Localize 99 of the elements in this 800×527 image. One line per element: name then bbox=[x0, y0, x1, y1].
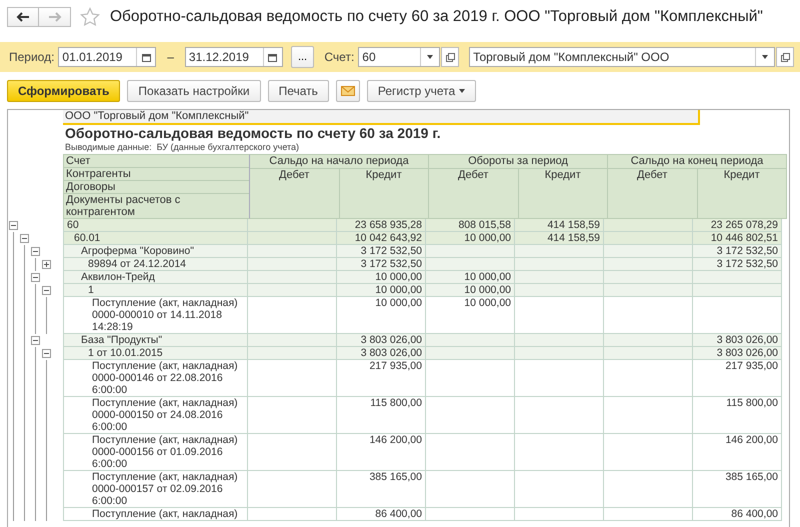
amount-cell: 10 000,00 bbox=[337, 284, 426, 297]
collapse-icon[interactable] bbox=[30, 334, 41, 346]
amount-cell: 23 265 078,29 bbox=[693, 219, 782, 232]
amount-cell: 3 172 532,50 bbox=[693, 245, 782, 258]
date-from-field[interactable]: 01.01.2019 bbox=[58, 47, 156, 67]
column-header: Дебет bbox=[457, 169, 490, 183]
collapse-icon[interactable] bbox=[8, 219, 19, 231]
left-arrow-icon bbox=[16, 12, 30, 22]
calendar-icon bbox=[268, 52, 278, 62]
column-header: Кредит bbox=[696, 169, 786, 218]
column-group-header: Сальдо на конец периода bbox=[608, 155, 786, 169]
report-title: Оборотно-сальдовая ведомость по счету 60 за 2019 г. bbox=[64, 125, 442, 141]
amount-cell: 3 172 532,50 bbox=[693, 258, 782, 271]
column-header: Договоры bbox=[64, 181, 249, 194]
company-cell[interactable]: ООО "Торговый дом "Комплексный" bbox=[63, 110, 700, 125]
amount-cell: 146 200,00 bbox=[693, 434, 782, 471]
dropdown-icon bbox=[427, 55, 434, 59]
output-label: Выводимые данные: bbox=[65, 142, 152, 152]
account-cell: Поступление (акт, накладная) bbox=[63, 508, 248, 521]
account-cell: Поступление (акт, накладная) 0000-000156 от 01.09.2016 6:00:00 bbox=[63, 434, 248, 471]
dropdown-icon bbox=[762, 55, 768, 59]
column-header: Кредит bbox=[338, 169, 428, 218]
amount-cell: 146 200,00 bbox=[337, 434, 426, 471]
collapse-icon[interactable] bbox=[30, 271, 41, 283]
account-cell: Поступление (акт, накладная) 0000-000157 от 02.09.2016 6:00:00 bbox=[63, 471, 248, 508]
amount-cell: 10 042 643,92 bbox=[337, 232, 426, 245]
period-picker-button[interactable]: ... bbox=[290, 46, 314, 68]
amount-cell: 3 803 026,00 bbox=[337, 334, 426, 347]
generate-button[interactable]: Сформировать bbox=[7, 80, 120, 102]
amount-cell: 10 000,00 bbox=[426, 271, 515, 284]
column-header: Контрагенты bbox=[64, 168, 249, 181]
collapse-icon[interactable] bbox=[41, 347, 52, 359]
expand-icon[interactable] bbox=[41, 258, 52, 270]
amount-cell: 115 800,00 bbox=[693, 397, 782, 434]
calendar-icon bbox=[142, 52, 151, 62]
date-to-field[interactable]: 31.12.2019 bbox=[184, 47, 283, 67]
account-cell: 60.01 bbox=[63, 232, 248, 245]
range-dash: – bbox=[167, 50, 174, 64]
envelope-icon bbox=[340, 86, 355, 96]
amount-cell: 86 400,00 bbox=[337, 508, 426, 521]
amount-cell: 385 165,00 bbox=[337, 471, 426, 508]
amount-cell: 10 000,00 bbox=[426, 297, 515, 334]
account-field[interactable]: 60 bbox=[358, 47, 440, 67]
collapse-icon[interactable] bbox=[19, 232, 30, 244]
column-header: Документы расчетов с контрагентом bbox=[65, 194, 182, 218]
caret-icon bbox=[459, 89, 466, 93]
amount-cell: 3 172 532,50 bbox=[337, 245, 426, 258]
windows-icon bbox=[446, 52, 455, 62]
email-button[interactable] bbox=[336, 80, 360, 102]
amount-cell: 217 935,00 bbox=[693, 360, 782, 397]
account-cell: 89894 от 24.12.2014 bbox=[63, 258, 248, 271]
column-header: Кредит bbox=[518, 169, 607, 218]
account-label: Счет: bbox=[324, 50, 354, 64]
account-cell: База "Продукты" bbox=[63, 334, 248, 347]
column-group-header: Сальдо на начало периода bbox=[250, 155, 428, 169]
amount-cell: 10 000,00 bbox=[426, 232, 515, 245]
right-arrow-icon bbox=[48, 12, 62, 22]
amount-cell: 808 015,58 bbox=[426, 219, 515, 232]
window-title: Оборотно-сальдовая ведомость по счету 60 за 2019 г. ООО "Торговый дом "Комплексный" bbox=[110, 8, 763, 26]
account-cell: 1 bbox=[63, 284, 248, 297]
amount-cell: 86 400,00 bbox=[693, 508, 782, 521]
account-cell: 60 bbox=[63, 219, 248, 232]
output-value: БУ (данные бухгалтерского учета) bbox=[156, 142, 300, 152]
toolbar-button[interactable]: Показать настройки bbox=[127, 80, 261, 102]
account-cell: Поступление (акт, накладная) 0000-000010 от 14.11.2018 14:28:19 bbox=[63, 297, 248, 334]
column-header: Счет bbox=[64, 155, 249, 168]
star-icon[interactable] bbox=[80, 7, 100, 27]
account-cell: 1 от 10.01.2015 bbox=[63, 347, 248, 360]
counterparty-field[interactable]: Торговый дом "Комплексный" ООО bbox=[469, 47, 776, 67]
windows-icon bbox=[780, 52, 790, 62]
account-cell: Аквилон-Трейд bbox=[63, 271, 248, 284]
account-cell: Агроферма "Коровино" bbox=[63, 245, 248, 258]
amount-cell: 10 000,00 bbox=[337, 297, 426, 334]
back-button[interactable] bbox=[7, 7, 39, 27]
amount-cell: 115 800,00 bbox=[337, 397, 426, 434]
period-label: Период: bbox=[9, 50, 54, 64]
account-cell: Поступление (акт, накладная) 0000-000146 от 22.08.2016 6:00:00 bbox=[63, 360, 248, 397]
toolbar-button[interactable]: Печать bbox=[268, 80, 329, 102]
open-button[interactable] bbox=[776, 47, 794, 67]
open-button[interactable] bbox=[441, 47, 460, 67]
column-header: Дебет bbox=[636, 169, 668, 183]
amount-cell: 3 803 026,00 bbox=[693, 334, 782, 347]
amount-cell: 385 165,00 bbox=[693, 471, 782, 508]
amount-cell: 414 158,59 bbox=[515, 219, 604, 232]
column-header: Дебет bbox=[278, 169, 310, 183]
amount-cell: 3 803 026,00 bbox=[337, 347, 426, 360]
register-menu-button[interactable]: Регистр учета bbox=[366, 80, 476, 102]
amount-cell: 414 158,59 bbox=[515, 232, 604, 245]
column-group-header: Обороты за период bbox=[429, 155, 607, 169]
collapse-icon[interactable] bbox=[30, 245, 41, 257]
amount-cell: 3 803 026,00 bbox=[693, 347, 782, 360]
account-cell: Поступление (акт, накладная) 0000-000150 от 24.08.2016 6:00:00 bbox=[63, 397, 248, 434]
amount-cell: 10 000,00 bbox=[337, 271, 426, 284]
amount-cell: 3 172 532,50 bbox=[337, 258, 426, 271]
amount-cell: 10 446 802,51 bbox=[693, 232, 782, 245]
amount-cell: 23 658 935,28 bbox=[337, 219, 426, 232]
collapse-icon[interactable] bbox=[41, 284, 52, 296]
amount-cell: 10 000,00 bbox=[426, 284, 515, 297]
amount-cell: 217 935,00 bbox=[337, 360, 426, 397]
